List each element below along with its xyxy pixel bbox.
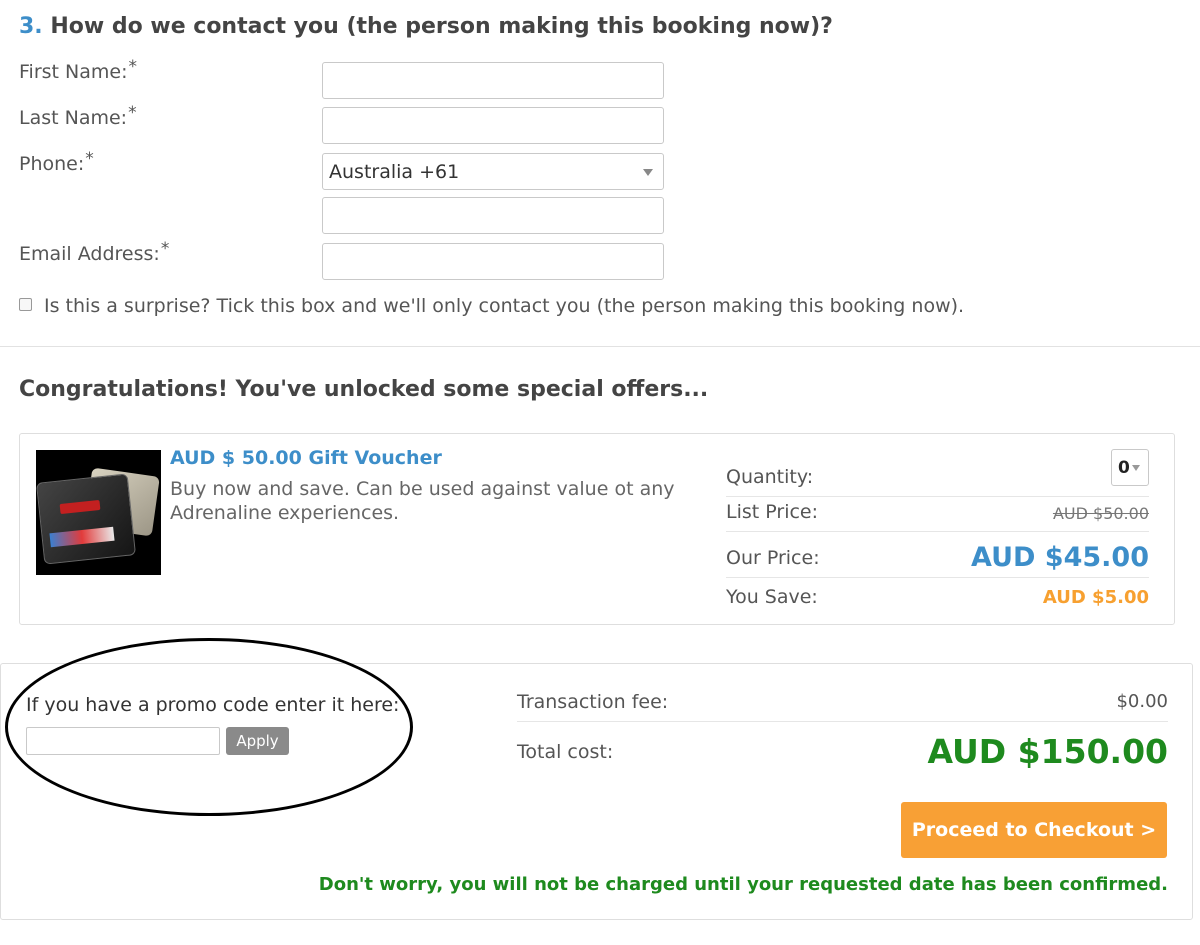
reassurance-text: Don't worry, you will not be charged unt… [318,874,1168,895]
chevron-down-icon [1132,465,1140,471]
transaction-fee-value: $0.00 [1116,691,1168,712]
section-number: 3. [19,14,43,39]
email-label: Email Address:* [19,239,170,265]
phone-label: Phone:* [19,149,94,175]
section-heading: How do we contact you (the person making… [50,14,833,39]
voucher-title-link[interactable]: AUD $ 50.00 Gift Voucher [170,447,442,469]
first-name-label: First Name:* [19,57,137,83]
phone-country-select[interactable]: Australia +61 [322,153,664,190]
first-name-field[interactable] [322,62,664,99]
required-mark: * [85,149,94,169]
proceed-to-checkout-button[interactable]: Proceed to Checkout > [901,802,1167,858]
transaction-fee-row: Transaction fee: $0.00 [517,687,1168,722]
you-save-row: You Save: AUD $5.00 [726,578,1149,610]
chevron-down-icon [643,169,653,176]
apply-button[interactable]: Apply [226,727,289,755]
section-title: 3. How do we contact you (the person mak… [19,14,833,39]
quantity-label: Quantity: [726,466,814,488]
phone-country-value: Australia +61 [329,160,460,183]
last-name-field[interactable] [322,107,664,144]
our-price-row: Our Price: AUD $45.00 [726,532,1149,578]
email-field[interactable] [322,243,664,280]
last-name-label: Last Name:* [19,103,137,129]
total-cost-value: AUD $150.00 [927,732,1168,771]
quantity-value: 0 [1118,458,1130,478]
you-save-label: You Save: [726,586,818,608]
voucher-image [36,450,161,575]
total-cost-label: Total cost: [517,741,614,763]
transaction-fee-label: Transaction fee: [517,691,669,713]
required-mark: * [128,103,137,123]
section-divider [0,346,1200,347]
promo-label: If you have a promo code enter it here: [26,694,400,716]
list-price-row: List Price: AUD $50.00 [726,497,1149,532]
surprise-checkbox[interactable] [19,298,32,311]
voucher-description: Buy now and save. Can be used against va… [170,478,675,524]
quantity-row: Quantity: 0 [726,449,1149,497]
required-mark: * [160,239,170,259]
our-price-value: AUD $45.00 [971,542,1149,573]
list-price-label: List Price: [726,501,819,523]
promo-code-input[interactable] [26,727,220,755]
list-price-value: AUD $50.00 [1052,504,1149,523]
quantity-select[interactable]: 0 [1111,449,1149,486]
required-mark: * [128,57,137,77]
surprise-label: Is this a surprise? Tick this box and we… [44,295,965,317]
phone-number-field[interactable] [322,197,664,234]
you-save-value: AUD $5.00 [1042,587,1149,608]
our-price-label: Our Price: [726,547,820,569]
offers-title: Congratulations! You've unlocked some sp… [19,377,709,402]
